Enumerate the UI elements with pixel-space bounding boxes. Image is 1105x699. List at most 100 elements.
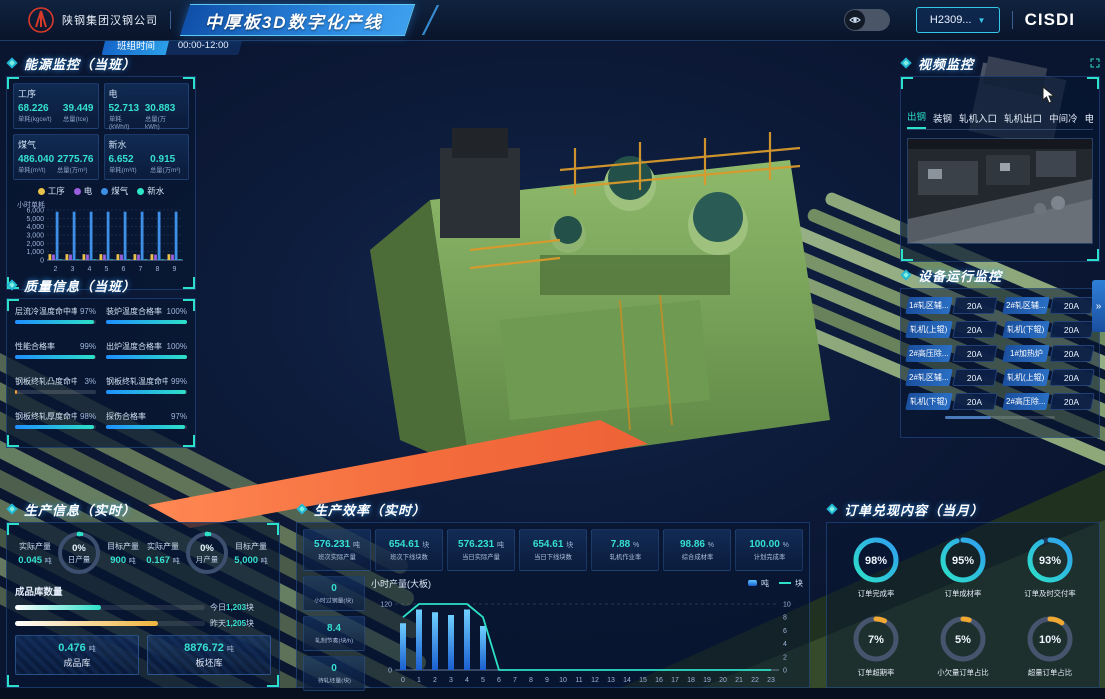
svg-text:93%: 93%: [1039, 555, 1061, 567]
svg-text:12: 12: [591, 677, 599, 684]
panel-title: 订单兑现内容（当月）: [844, 500, 984, 519]
company-logo: [28, 7, 54, 33]
quality-metric: 层流冷温度命中率97%: [15, 306, 96, 335]
inventory-bars: 今日1,203块 昨天1,205块: [15, 602, 271, 629]
energy-hourly-chart: 小时单耗01,0002,0003,0004,0005,0006,00023456…: [13, 198, 189, 285]
svg-text:17: 17: [671, 677, 679, 684]
video-tab-出钢[interactable]: 出钢: [907, 109, 926, 129]
svg-text:1,000: 1,000: [26, 249, 44, 256]
diamond-icon: [6, 279, 18, 291]
day-progress-ring: 0% 日产量: [55, 529, 103, 577]
svg-text:5%: 5%: [955, 634, 971, 646]
svg-text:10: 10: [783, 602, 791, 609]
eye-icon: [845, 10, 865, 30]
equipment-item: 轧机(上辊)20A: [907, 321, 996, 338]
legend-bar-swatch: [748, 580, 757, 586]
svg-text:7%: 7%: [868, 634, 884, 646]
panel-production-info: 生产信息（实时） 实际产量 0.045 吨 0% 日产量 目标产量 900 吨 …: [6, 500, 280, 688]
svg-text:2: 2: [433, 677, 437, 684]
hour-chart-title: 小时产量(大板): [371, 577, 431, 590]
panel-expand-tab[interactable]: »: [1092, 280, 1105, 332]
inventory-bar: 昨天1,205块: [15, 618, 271, 629]
energy-card: 煤气 486.040单耗(m³/t) 2775.76总量(万m³): [13, 134, 99, 180]
svg-text:98%: 98%: [865, 555, 887, 567]
page-title-banner: 中厚板3D数字化产线: [180, 4, 415, 36]
efficiency-mini-stat: 8.4轧制节奏(块/h): [303, 616, 365, 651]
svg-text:120: 120: [380, 602, 392, 609]
warehouse-card: 0.476 吨成品库: [15, 635, 139, 675]
company-name: 陕钢集团汉钢公司: [62, 12, 158, 28]
equipment-item: 轧机(下辊)20A: [907, 393, 996, 410]
equipment-item: 2#轧区辅...20A: [907, 369, 996, 386]
svg-text:15: 15: [639, 677, 647, 684]
efficiency-mini-stat: 0待轧坯量(块): [303, 656, 365, 691]
svg-text:0%: 0%: [72, 543, 86, 554]
field-value: 00:00-12:00: [178, 40, 229, 51]
svg-text:8: 8: [156, 266, 160, 273]
efficiency-stat: 7.88 %轧机作业率: [591, 529, 659, 571]
efficiency-stat: 576.231 吨当日实际产量: [447, 529, 515, 571]
equipment-item: 1#加热炉20A: [1004, 345, 1093, 362]
panel-energy-monitor: 能源监控（当班） 工序 68.226单耗(kgce/t) 39.449总量(tc…: [6, 54, 196, 290]
svg-text:22: 22: [751, 677, 759, 684]
efficiency-stat: 654.61 块当日下线块数: [519, 529, 587, 571]
svg-text:9: 9: [545, 677, 549, 684]
svg-text:13: 13: [607, 677, 615, 684]
svg-text:6: 6: [497, 677, 501, 684]
quality-metrics: 层流冷温度命中率97% 装炉温度合格率100% 性能合格率99% 出炉温度合格率…: [6, 298, 196, 448]
order-donut: 93% 订单及时交付率: [1006, 527, 1093, 604]
banner-stripes: [411, 5, 451, 35]
video-tab-轧机入口[interactable]: 轧机入口: [959, 111, 997, 129]
energy-card: 新水 6.652单耗(m³/t) 0.915总量(万m³): [104, 134, 190, 180]
energy-card: 电 52.713单耗(kWh/t) 30.883总量(万kWh): [104, 83, 190, 129]
svg-text:10%: 10%: [1039, 634, 1061, 646]
page-title: 中厚板3D数字化产线: [205, 8, 383, 33]
hour-chart-legend: 吨 块: [748, 578, 803, 589]
svg-text:95%: 95%: [952, 555, 974, 567]
svg-text:0: 0: [401, 677, 405, 684]
svg-text:9: 9: [173, 266, 177, 273]
svg-text:日产量: 日产量: [68, 554, 91, 564]
svg-text:4: 4: [783, 641, 787, 648]
video-tab-中间冷[interactable]: 中间冷: [1049, 111, 1078, 129]
energy-legend: 工序电煤气新水: [13, 185, 189, 197]
svg-text:23: 23: [767, 677, 775, 684]
day-target: 目标产量 900 吨: [103, 541, 143, 566]
diamond-icon: [826, 503, 838, 515]
header-divider: [1012, 11, 1013, 29]
visibility-toggle[interactable]: [844, 9, 890, 31]
panel-title: 设备运行监控: [918, 266, 1002, 285]
svg-text:0%: 0%: [200, 543, 214, 554]
equipment-list: 1#轧区辅...20A2#轧区辅...20A轧机(上辊)20A轧机(下辊)20A…: [907, 297, 1093, 410]
equipment-scrollbar[interactable]: [945, 416, 1055, 419]
svg-text:2,000: 2,000: [26, 241, 44, 248]
order-donut: 10% 超量订单占比: [1006, 606, 1093, 683]
efficiency-stat: 98.86 %综合成材率: [663, 529, 731, 571]
quality-metric: 钢板终轧厚度命中率98%: [15, 411, 96, 440]
quality-metric: 装炉温度合格率100%: [106, 306, 187, 335]
video-tab-装钢[interactable]: 装钢: [933, 111, 952, 129]
svg-text:7: 7: [139, 266, 143, 273]
panel-equipment-monitor: 设备运行监控 1#轧区辅...20A2#轧区辅...20A轧机(上辊)20A轧机…: [900, 266, 1100, 438]
svg-text:10: 10: [559, 677, 567, 684]
quality-metric: 性能合格率99%: [15, 341, 96, 370]
panel-title: 生产效率（实时）: [314, 500, 426, 519]
video-tab-轧机出口[interactable]: 轧机出口: [1004, 111, 1042, 129]
svg-text:16: 16: [655, 677, 663, 684]
svg-text:8: 8: [783, 615, 787, 622]
efficiency-mini-stat: 0小时过钢量(块): [303, 576, 365, 611]
panel-quality-info: 质量信息（当班） 层流冷温度命中率97% 装炉温度合格率100% 性能合格率99…: [6, 276, 196, 448]
svg-text:5: 5: [481, 677, 485, 684]
chevron-down-icon: ▼: [977, 16, 985, 25]
svg-text:0: 0: [388, 668, 392, 675]
efficiency-stat: 576.231 吨班次实际产量: [303, 529, 371, 571]
panel-collapse-icon[interactable]: [1090, 58, 1100, 68]
panel-order-fulfillment: 订单兑现内容（当月） 98% 订单完成率 95% 订单成材率 93% 订单及时交…: [826, 500, 1100, 688]
video-feed[interactable]: [907, 138, 1093, 244]
video-tab-电加热[interactable]: 电加热: [1085, 111, 1093, 129]
efficiency-stat: 654.61 块班次下线块数: [375, 529, 443, 571]
month-progress-ring: 0% 月产量: [183, 529, 231, 577]
legend-line-swatch: [779, 582, 791, 584]
heat-number-dropdown[interactable]: H2309... ▼: [916, 7, 1000, 33]
svg-text:8: 8: [529, 677, 533, 684]
